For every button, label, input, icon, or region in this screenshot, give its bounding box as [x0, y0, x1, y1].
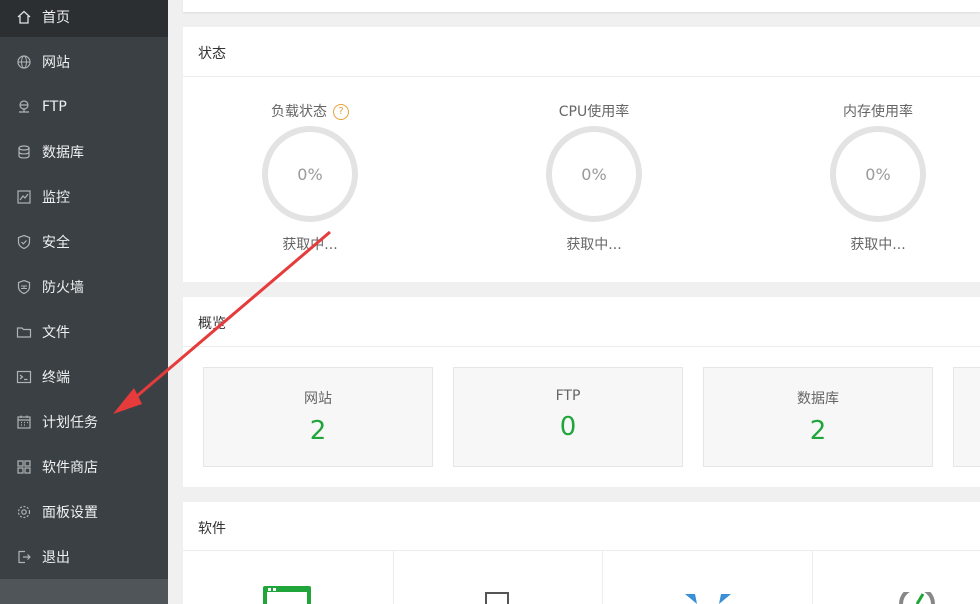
folder-icon — [16, 324, 32, 340]
software-column-divider — [393, 550, 394, 604]
overview-card-label: 网站 — [304, 391, 332, 407]
load-gauge-status: 获取中... — [282, 237, 338, 253]
overview-card-partial[interactable] — [953, 367, 980, 467]
sidebar-item-software-store[interactable]: 软件商店 — [0, 447, 168, 487]
sidebar-item-ftp[interactable]: FTP — [0, 87, 168, 127]
monitor-app-icon[interactable] — [485, 592, 509, 604]
status-divider — [183, 76, 980, 77]
status-title: 状态 — [198, 46, 226, 62]
overview-title: 概览 — [198, 316, 226, 332]
overview-panel: 概览 网站 2 FTP 0 数据库 2 — [183, 297, 980, 487]
sidebar-item-home[interactable]: 首页 — [0, 0, 168, 37]
top-panel — [183, 0, 980, 12]
sidebar-item-label: 软件商店 — [42, 460, 98, 476]
monitor-icon — [16, 189, 32, 205]
memory-gauge: 内存使用率 0% 获取中... — [813, 102, 943, 254]
help-icon[interactable]: ? — [333, 104, 349, 120]
sidebar-item-label: 首页 — [42, 10, 70, 26]
memory-gauge-title: 内存使用率 — [843, 104, 913, 120]
sidebar-item-label: 安全 — [42, 235, 70, 251]
main-content: 状态 负载状态? 0% 获取中... CPU使用率 0% 获取中... 内存使用… — [168, 0, 980, 604]
overview-card-database[interactable]: 数据库 2 — [703, 367, 933, 467]
load-gauge: 负载状态? 0% 获取中... — [245, 102, 375, 254]
memory-gauge-value: 0% — [865, 164, 891, 184]
overview-card-label: FTP — [555, 388, 581, 404]
sidebar-item-logout[interactable]: 退出 — [0, 537, 168, 577]
load-gauge-title: 负载状态 — [271, 104, 327, 120]
software-title: 软件 — [198, 521, 226, 537]
overview-divider — [183, 346, 980, 347]
gear-icon — [16, 504, 32, 520]
sidebar-item-website[interactable]: 网站 — [0, 42, 168, 82]
sidebar-footer — [0, 579, 168, 604]
sidebar-item-label: 防火墙 — [42, 280, 84, 296]
ftp-server-icon — [16, 99, 32, 115]
globe-icon — [16, 54, 32, 70]
calendar-icon — [16, 414, 32, 430]
sidebar-item-label: 网站 — [42, 55, 70, 71]
load-gauge-ring: 0% — [262, 126, 358, 222]
overview-card-value: 2 — [809, 416, 827, 446]
firewall-icon — [16, 279, 32, 295]
sidebar: 首页 网站 FTP 数据库 监控 安全 防火墙 文件 终端 计划任务 软件商店 … — [0, 0, 168, 604]
sidebar-item-label: 终端 — [42, 370, 70, 386]
sidebar-item-security[interactable]: 安全 — [0, 222, 168, 262]
home-icon — [16, 9, 32, 25]
sidebar-item-label: 数据库 — [42, 145, 84, 161]
software-column-divider — [812, 550, 813, 604]
cpu-gauge-ring: 0% — [546, 126, 642, 222]
shield-check-icon — [16, 234, 32, 250]
cpu-gauge: CPU使用率 0% 获取中... — [529, 102, 659, 254]
software-divider — [183, 550, 980, 551]
sidebar-item-label: 文件 — [42, 325, 70, 341]
database-icon — [16, 144, 32, 160]
logout-icon — [16, 549, 32, 565]
sidebar-item-panel-settings[interactable]: 面板设置 — [0, 492, 168, 532]
overview-card-label: 数据库 — [797, 391, 839, 407]
terminal-icon — [16, 369, 32, 385]
overview-card-value: 2 — [309, 416, 327, 446]
sidebar-item-firewall[interactable]: 防火墙 — [0, 267, 168, 307]
sidebar-item-label: 计划任务 — [42, 415, 98, 431]
load-gauge-value: 0% — [297, 164, 323, 184]
sidebar-item-label: 退出 — [42, 550, 70, 566]
sidebar-item-terminal[interactable]: 终端 — [0, 357, 168, 397]
cpu-gauge-status: 获取中... — [566, 237, 622, 253]
software-panel: 软件 — [183, 502, 980, 604]
sidebar-item-files[interactable]: 文件 — [0, 312, 168, 352]
memory-gauge-ring: 0% — [830, 126, 926, 222]
overview-card-ftp[interactable]: FTP 0 — [453, 367, 683, 467]
terminal-app-icon[interactable] — [263, 586, 311, 604]
sidebar-item-label: 监控 — [42, 190, 70, 206]
software-column-divider — [602, 550, 603, 604]
sidebar-item-label: FTP — [42, 99, 67, 115]
butterfly-app-icon[interactable] — [683, 594, 733, 604]
overview-card-website[interactable]: 网站 2 — [203, 367, 433, 467]
sidebar-item-database[interactable]: 数据库 — [0, 132, 168, 172]
sidebar-item-label: 面板设置 — [42, 505, 98, 521]
apps-grid-icon — [16, 459, 32, 475]
memory-gauge-status: 获取中... — [850, 237, 906, 253]
speed-app-icon[interactable] — [899, 592, 935, 604]
sidebar-item-monitor[interactable]: 监控 — [0, 177, 168, 217]
cpu-gauge-title: CPU使用率 — [558, 104, 630, 120]
cpu-gauge-value: 0% — [581, 164, 607, 184]
status-panel: 状态 负载状态? 0% 获取中... CPU使用率 0% 获取中... 内存使用… — [183, 27, 980, 282]
overview-card-value: 0 — [559, 412, 577, 442]
sidebar-item-cron[interactable]: 计划任务 — [0, 402, 168, 442]
